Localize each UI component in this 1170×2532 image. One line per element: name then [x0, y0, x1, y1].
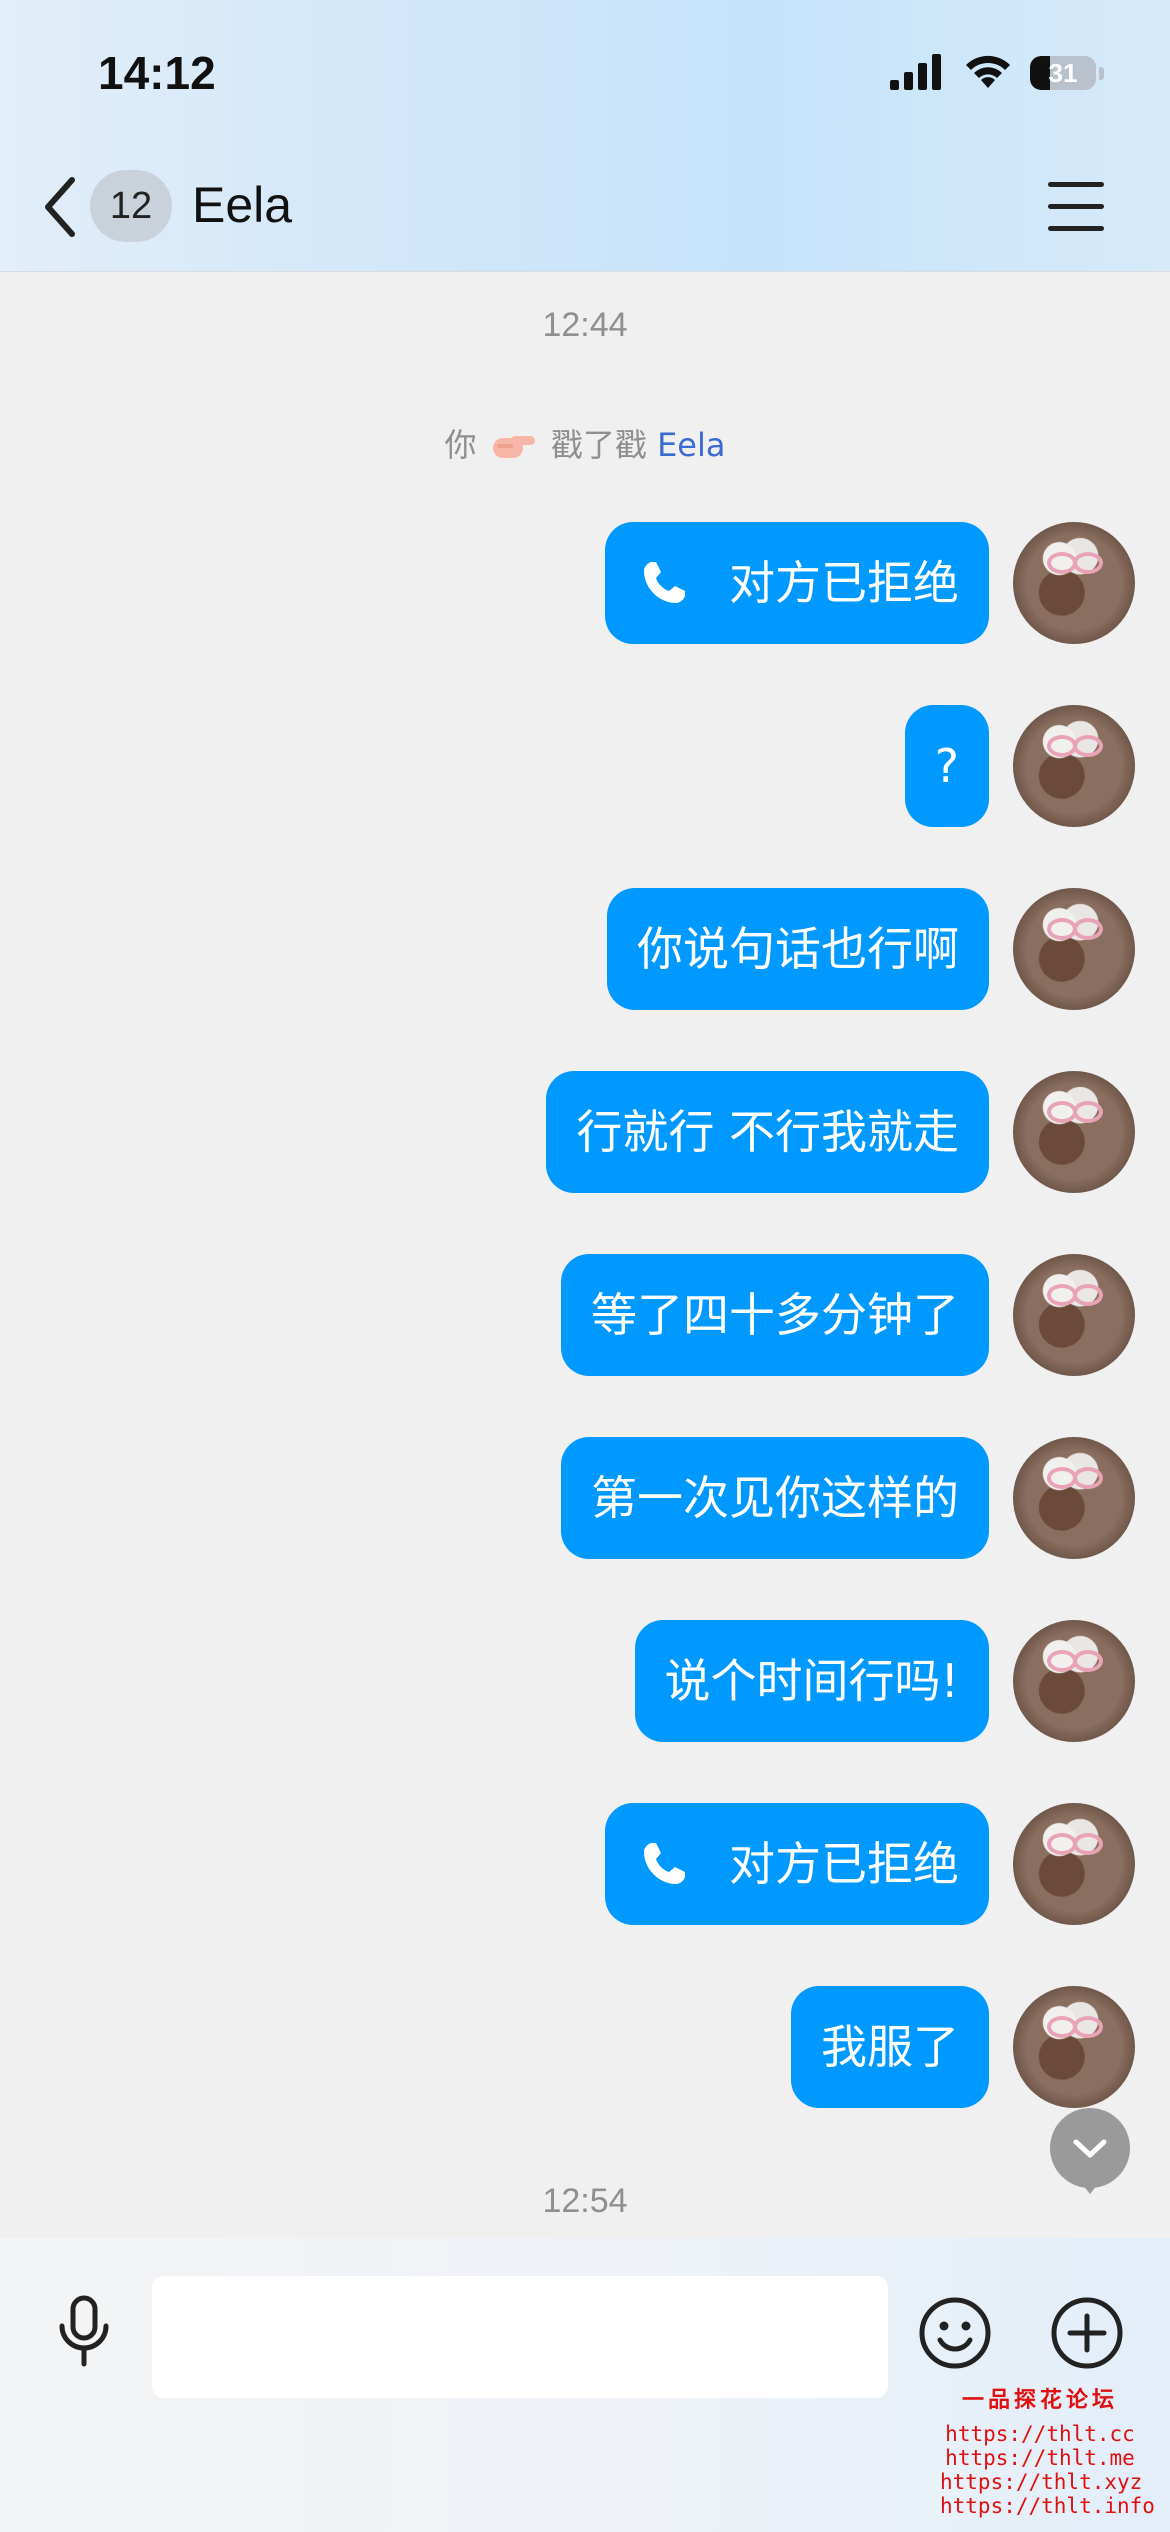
avatar[interactable] — [1013, 705, 1135, 827]
scroll-to-bottom-button[interactable] — [1050, 2108, 1130, 2194]
call-message-bubble[interactable]: 对方已拒绝 — [605, 1803, 989, 1925]
emoji-icon[interactable] — [918, 2296, 992, 2370]
poke-notice: 你 戳了戳 Eela — [0, 420, 1170, 466]
status-time: 14:12 — [98, 47, 216, 99]
message-input[interactable] — [152, 2276, 888, 2398]
poke-target[interactable]: Eela — [657, 426, 725, 464]
microphone-icon[interactable] — [52, 2294, 116, 2370]
avatar[interactable] — [1013, 888, 1135, 1010]
watermark-url: https://thlt.xyz — [940, 2470, 1143, 2494]
avatar[interactable] — [1013, 1620, 1135, 1742]
message-text: 行就行 不行我就走 — [576, 1105, 959, 1159]
message-bubble[interactable]: 第一次见你这样的 — [561, 1437, 989, 1559]
avatar[interactable] — [1013, 522, 1135, 644]
avatar[interactable] — [1013, 1071, 1135, 1193]
message-bubble[interactable]: 行就行 不行我就走 — [546, 1071, 989, 1193]
watermark-url: https://thlt.info — [940, 2494, 1155, 2518]
message-bubble[interactable]: 你说句话也行啊 — [607, 888, 989, 1010]
watermark-url: https://thlt.me — [945, 2446, 1135, 2470]
message-text: 说个时间行吗! — [664, 1654, 959, 1708]
contact-name[interactable]: Eela — [192, 176, 292, 234]
message-text: 我服了 — [821, 2020, 959, 2074]
poke-actor: 你 — [444, 426, 477, 464]
menu-button[interactable] — [1048, 180, 1104, 232]
poke-action: 戳了戳 — [550, 426, 647, 464]
watermark-title: 一品探花论坛 — [961, 2387, 1118, 2413]
back-button[interactable] — [38, 172, 88, 242]
message-bubble[interactable]: 说个时间行吗! — [634, 1620, 989, 1742]
cellular-signal-icon — [890, 54, 941, 90]
avatar[interactable] — [1013, 1803, 1135, 1925]
message-text: 对方已拒绝 — [729, 556, 959, 610]
phone-icon — [644, 1842, 685, 1884]
message-text: 对方已拒绝 — [729, 1837, 959, 1891]
timestamp: 12:44 — [542, 306, 628, 344]
watermark-url: https://thlt.cc — [945, 2422, 1135, 2446]
status-icons: 31 — [890, 50, 1110, 96]
battery-tip — [1099, 67, 1104, 80]
battery-level: 31 — [1048, 58, 1078, 88]
message-text: 第一次见你这样的 — [591, 1471, 959, 1525]
wifi-icon — [966, 55, 1010, 88]
message-text: 你说句话也行啊 — [637, 922, 959, 976]
phone-icon — [644, 561, 685, 603]
avatar[interactable] — [1013, 1437, 1135, 1559]
timestamp: 12:54 — [542, 2182, 628, 2220]
unread-count-badge[interactable]: 12 — [90, 170, 172, 242]
plus-icon[interactable] — [1050, 2296, 1124, 2370]
top-bar: 14:12 31 12 Eela — [0, 0, 1170, 272]
message-text: 等了四十多分钟了 — [591, 1288, 959, 1342]
message-bubble[interactable]: ? — [904, 705, 989, 827]
message-bubble[interactable]: 等了四十多分钟了 — [561, 1254, 989, 1376]
pointing-hand-icon — [492, 436, 535, 458]
avatar[interactable] — [1013, 1986, 1135, 2108]
chevron-down-icon — [1073, 2139, 1107, 2158]
call-message-bubble[interactable]: 对方已拒绝 — [605, 522, 989, 644]
battery-icon: 31 — [1030, 56, 1096, 90]
message-bubble[interactable]: 我服了 — [791, 1986, 989, 2108]
watermark: 一品探花论坛 https://thlt.cc https://thlt.me h… — [940, 2382, 1155, 2518]
message-text: ? — [934, 739, 959, 793]
avatar[interactable] — [1013, 1254, 1135, 1376]
